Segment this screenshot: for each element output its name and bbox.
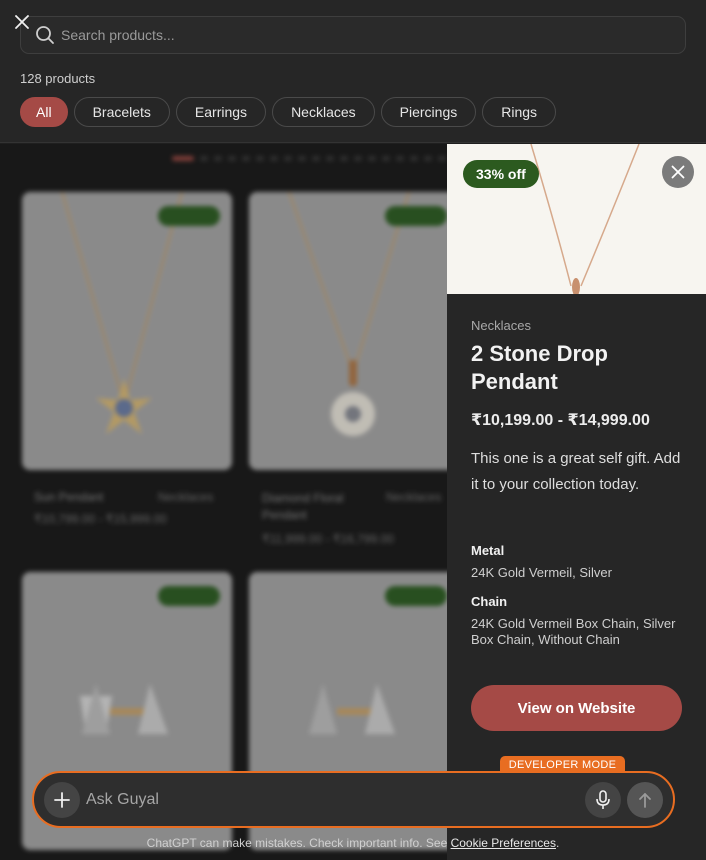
filter-chip-all[interactable]: All [20, 97, 68, 127]
search-input[interactable] [61, 17, 661, 53]
product-price: ₹10,199.00 - ₹14,999.00 [471, 412, 650, 429]
product-description: This one is a great self gift. Add it to… [471, 450, 681, 493]
send-button[interactable] [627, 782, 663, 818]
product-category: Necklaces [471, 318, 531, 333]
product-count: 128 products [20, 71, 96, 86]
search-icon [36, 26, 54, 44]
microphone-icon [596, 790, 610, 809]
product-hero-image: 33% off [447, 144, 706, 294]
attribute-label-metal: Metal [471, 543, 505, 558]
product-detail-panel: 33% off Necklaces 2 Stone Drop Pendant ₹… [447, 144, 706, 860]
product-title: 2 Stone Drop Pendant [471, 341, 608, 394]
close-icon [671, 165, 685, 179]
filter-chip-rings[interactable]: Rings [482, 97, 557, 127]
disclaimer-text: ChatGPT can make mistakes. Check importa… [146, 836, 451, 850]
filter-chip-necklaces[interactable]: Necklaces [272, 97, 375, 127]
ask-input[interactable] [86, 773, 566, 826]
attribute-value-metal: 24K Gold Vermeil, Silver [471, 565, 612, 580]
view-on-website-button[interactable]: View on Website [471, 685, 682, 731]
product-grid: Sun Pendant Necklaces ₹10,799.00 - ₹15,9… [0, 144, 447, 860]
filter-chip-piercings[interactable]: Piercings [380, 97, 477, 127]
discount-badge: 33% off [463, 160, 539, 188]
filter-chips: All Bracelets Earrings Necklaces Piercin… [20, 97, 557, 127]
cookie-preferences-link[interactable]: Cookie Preferences [451, 836, 556, 850]
chat-composer [32, 771, 675, 828]
add-attachment-button[interactable] [44, 782, 80, 818]
attribute-label-chain: Chain [471, 594, 508, 609]
close-icon[interactable] [12, 12, 32, 32]
filter-chip-earrings[interactable]: Earrings [175, 97, 267, 127]
disclaimer-footer: ChatGPT can make mistakes. Check importa… [0, 836, 706, 850]
filter-chip-bracelets[interactable]: Bracelets [73, 97, 170, 127]
close-panel-button[interactable] [662, 156, 694, 188]
plus-icon [54, 792, 70, 808]
arrow-up-icon [639, 793, 651, 808]
microphone-button[interactable] [585, 782, 621, 818]
search-box[interactable] [20, 16, 686, 54]
disclaimer-end: . [555, 836, 560, 850]
top-bar: 128 products All Bracelets Earrings Neck… [0, 0, 706, 143]
attribute-value-chain: 24K Gold Vermeil Box Chain, Silver Box C… [471, 616, 676, 647]
